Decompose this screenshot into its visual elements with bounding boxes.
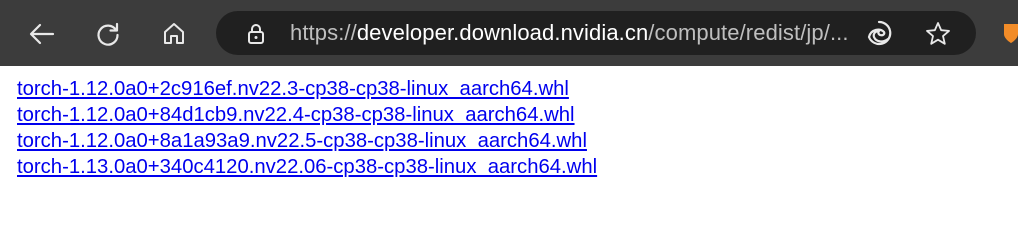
url-path: /compute/redist/jp/... bbox=[648, 20, 849, 45]
site-info-lock-icon[interactable] bbox=[244, 22, 268, 46]
star-icon[interactable] bbox=[924, 20, 952, 48]
home-icon bbox=[164, 23, 184, 44]
file-link[interactable]: torch-1.12.0a0+84d1cb9.nv22.4-cp38-cp38-… bbox=[17, 102, 597, 128]
browser-toolbar: https://developer.download.nvidia.cn/com… bbox=[0, 0, 1018, 66]
edge-logo-icon[interactable] bbox=[866, 20, 892, 46]
back-arrow-icon bbox=[29, 23, 55, 45]
file-link-list: torch-1.12.0a0+2c916ef.nv22.3-cp38-cp38-… bbox=[17, 76, 597, 180]
url-host: developer.download.nvidia.cn bbox=[356, 20, 649, 45]
reload-button[interactable] bbox=[88, 14, 128, 54]
back-button[interactable] bbox=[22, 14, 62, 54]
home-button[interactable] bbox=[154, 14, 194, 54]
file-link[interactable]: torch-1.13.0a0+340c4120.nv22.06-cp38-cp3… bbox=[17, 154, 597, 180]
address-bar[interactable]: https://developer.download.nvidia.cn/com… bbox=[216, 11, 976, 55]
extension-icon[interactable] bbox=[1002, 22, 1018, 44]
page-content: torch-1.12.0a0+2c916ef.nv22.3-cp38-cp38-… bbox=[0, 66, 1018, 250]
file-link[interactable]: torch-1.12.0a0+2c916ef.nv22.3-cp38-cp38-… bbox=[17, 76, 597, 102]
file-link[interactable]: torch-1.12.0a0+8a1a93a9.nv22.5-cp38-cp38… bbox=[17, 128, 597, 154]
reload-icon bbox=[97, 22, 119, 46]
url-scheme: https:// bbox=[290, 20, 357, 45]
url-text[interactable]: https://developer.download.nvidia.cn/com… bbox=[290, 11, 849, 55]
